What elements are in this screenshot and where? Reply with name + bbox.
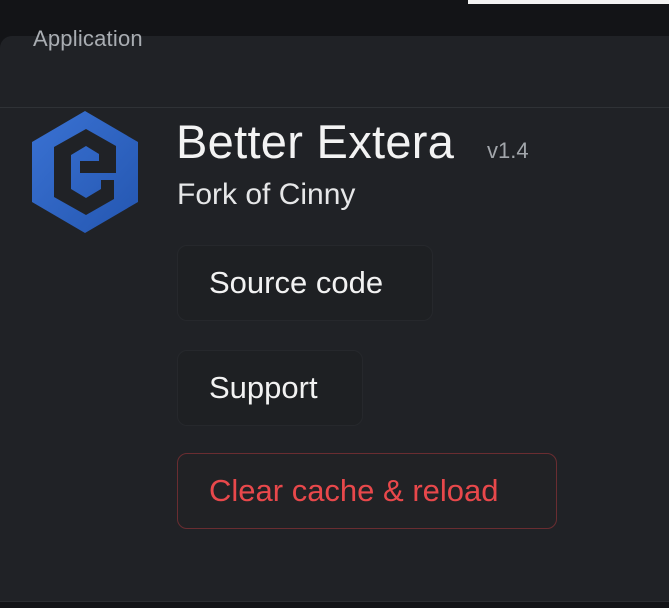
app-subtitle: Fork of Cinny <box>177 178 356 211</box>
top-accent-line <box>468 0 669 4</box>
better-extera-logo-icon <box>32 111 138 233</box>
clear-cache-reload-button[interactable]: Clear cache & reload <box>177 453 557 529</box>
section-title: Application <box>33 26 143 51</box>
clear-cache-reload-label: Clear cache & reload <box>209 473 499 508</box>
app-name: Better Extera <box>176 115 455 168</box>
app-version: v1.4 <box>487 138 529 163</box>
support-button[interactable]: Support <box>177 350 363 426</box>
source-code-button[interactable]: Source code <box>177 245 433 321</box>
source-code-label: Source code <box>209 265 384 300</box>
support-label: Support <box>209 370 318 405</box>
